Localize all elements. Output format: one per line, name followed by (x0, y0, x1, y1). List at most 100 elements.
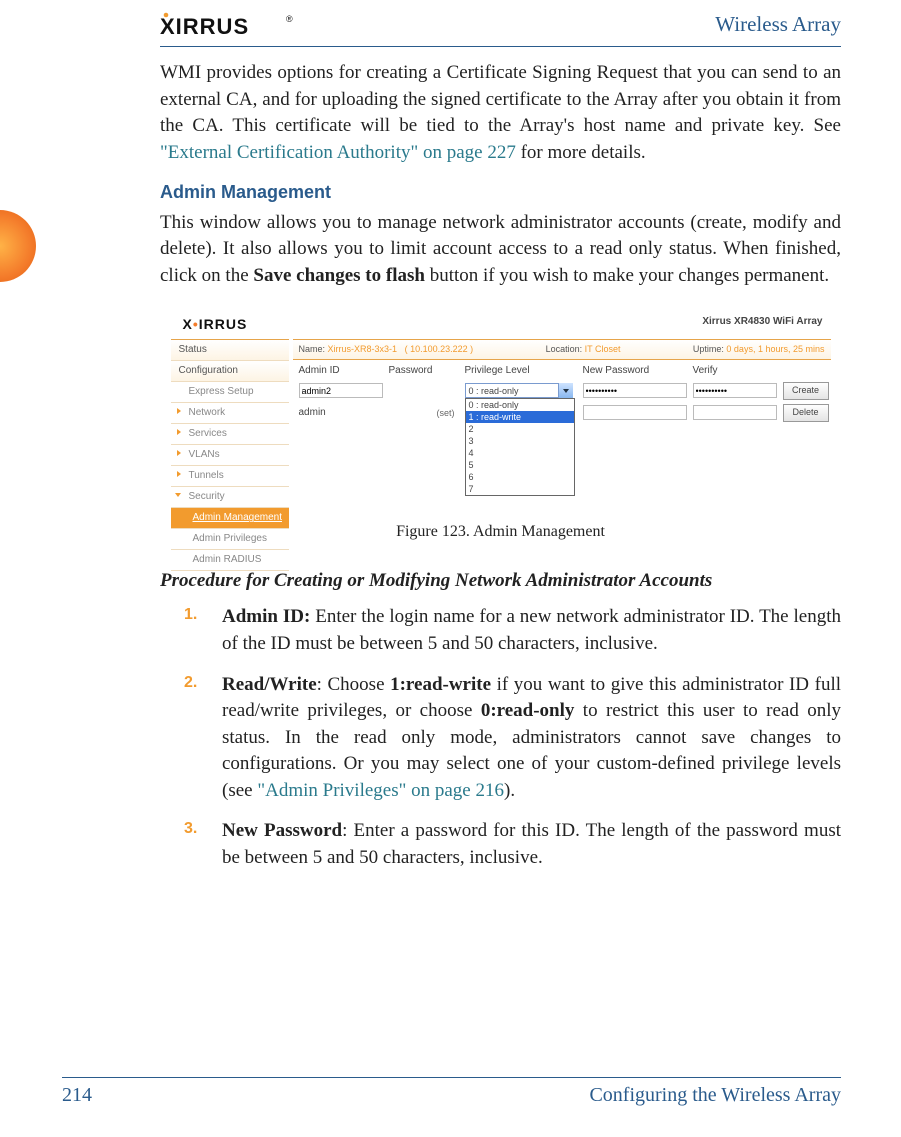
sidebar-item-admin-radius[interactable]: Admin RADIUS (171, 550, 289, 571)
chapter-title: Configuring the Wireless Array (589, 1084, 841, 1107)
procedure-step: 3. New Password: Enter a password for th… (222, 818, 841, 871)
new-password-input[interactable] (583, 383, 687, 398)
chevron-right-icon (177, 429, 181, 435)
status-location-value: IT Closet (585, 344, 621, 354)
dropdown-option[interactable]: 3 (466, 435, 574, 447)
sidebar-item-label: Security (189, 491, 225, 502)
procedure-list: 1. Admin ID: Enter the login name for a … (160, 604, 841, 871)
step-text: ). (504, 780, 515, 801)
password-state: (set) (389, 407, 465, 420)
sidebar-item-admin-management[interactable]: Admin Management (171, 508, 289, 529)
sidebar-item-network[interactable]: Network (171, 403, 289, 424)
intro-text: WMI provides options for creating a Cert… (160, 62, 841, 136)
step-number: 3. (184, 818, 197, 840)
svg-text:XIRRUS: XIRRUS (160, 14, 249, 38)
bold-read-only: 0:read-only (481, 700, 575, 721)
status-name-key: Name: (299, 344, 326, 354)
chevron-down-icon[interactable] (558, 383, 573, 398)
select-value: 0 : read-only (465, 383, 573, 398)
table-row: 0 : read-only 0 : read-only 1 : read-wri… (293, 380, 831, 402)
status-uptime-key: Uptime: (693, 344, 724, 354)
procedure-step: 2. Read/Write: Choose 1:read-write if yo… (222, 672, 841, 805)
product-name: Wireless Array (715, 12, 841, 37)
link-external-cert-authority[interactable]: "External Certification Authority" on pa… (160, 142, 516, 163)
status-ip-value: ( 10.100.23.222 ) (405, 344, 474, 354)
col-privilege-level: Privilege Level (465, 364, 583, 378)
dropdown-option[interactable]: 0 : read-only (466, 399, 574, 411)
intro-paragraph: WMI provides options for creating a Cert… (160, 60, 841, 166)
sidebar-item-status[interactable]: Status (171, 340, 289, 361)
privilege-level-select[interactable]: 0 : read-only 0 : read-only 1 : read-wri… (465, 383, 573, 398)
bold-read-write: 1:read-write (390, 674, 491, 695)
chevron-right-icon (177, 450, 181, 456)
sidebar-item-label: Admin Privileges (193, 533, 267, 544)
col-new-password: New Password (583, 364, 693, 378)
procedure-heading: Procedure for Creating or Modifying Netw… (160, 568, 841, 595)
ui-status-bar: Name: Xirrus-XR8-3x3-1 ( 10.100.23.222 )… (293, 339, 831, 360)
page-number: 214 (62, 1084, 92, 1107)
verify-password-input[interactable] (693, 383, 777, 398)
sidebar-item-label: Services (189, 428, 227, 439)
link-admin-privileges[interactable]: "Admin Privileges" on page 216 (257, 780, 504, 801)
sidebar-item-label: Admin RADIUS (193, 554, 262, 565)
status-uptime-value: 0 days, 1 hours, 25 mins (726, 344, 824, 354)
col-admin-id: Admin ID (299, 364, 389, 378)
privilege-dropdown: 0 : read-only 1 : read-write 2 3 4 5 6 7 (465, 398, 575, 496)
admin-id-cell: admin (299, 406, 389, 420)
dropdown-option[interactable]: 4 (466, 447, 574, 459)
chevron-right-icon (177, 471, 181, 477)
sidebar-item-express-setup[interactable]: Express Setup (171, 382, 289, 403)
status-name-value: Xirrus-XR8-3x3-1 (328, 344, 398, 354)
dropdown-option[interactable]: 2 (466, 423, 574, 435)
table-headers: Admin ID Password Privilege Level New Pa… (293, 360, 831, 380)
step-text: : Choose (317, 674, 390, 695)
step-number: 2. (184, 672, 197, 694)
ui-screenshot: X•IRRUS Xirrus XR4830 WiFi Array Status … (171, 309, 831, 509)
create-button[interactable]: Create (783, 382, 829, 400)
step-text: Enter the login name for a new network a… (222, 606, 841, 654)
bold-save-changes: Save changes to flash (253, 265, 425, 286)
chevron-down-icon (175, 493, 181, 497)
dropdown-option[interactable]: 6 (466, 471, 574, 483)
figure-admin-management: X•IRRUS Xirrus XR4830 WiFi Array Status … (171, 309, 831, 543)
sidebar-item-label: Admin Management (193, 512, 283, 523)
step-number: 1. (184, 604, 197, 626)
ui-device-label: Xirrus XR4830 WiFi Array (702, 315, 822, 329)
page-header: XIRRUS ® Wireless Array (160, 18, 841, 47)
dropdown-option[interactable]: 7 (466, 483, 574, 495)
sidebar-item-vlans[interactable]: VLANs (171, 445, 289, 466)
sidebar-item-services[interactable]: Services (171, 424, 289, 445)
dropdown-option[interactable]: 5 (466, 459, 574, 471)
dropdown-option[interactable]: 1 : read-write (466, 411, 574, 423)
col-action (783, 364, 833, 378)
ui-xirrus-logo: X•IRRUS (183, 315, 248, 335)
step-lead: Read/Write (222, 674, 317, 695)
sidebar-item-tunnels[interactable]: Tunnels (171, 466, 289, 487)
sidebar-item-label: Configuration (179, 365, 238, 376)
new-password-input[interactable] (583, 405, 687, 420)
intro-text-after: for more details. (521, 142, 646, 163)
sidebar-item-label: Status (179, 344, 207, 355)
sidebar-item-security[interactable]: Security (171, 487, 289, 508)
chevron-right-icon (177, 408, 181, 414)
admin-id-input[interactable] (299, 383, 383, 398)
sidebar-item-label: VLANs (189, 449, 220, 460)
procedure-step: 1. Admin ID: Enter the login name for a … (222, 604, 841, 657)
sidebar-item-label: Network (189, 407, 226, 418)
section-tab-marker (0, 210, 36, 282)
sidebar-item-label: Tunnels (189, 470, 224, 481)
status-location-key: Location: (546, 344, 583, 354)
section-heading-admin-management: Admin Management (160, 180, 841, 205)
ui-main-panel: Name: Xirrus-XR8-3x3-1 ( 10.100.23.222 )… (293, 339, 831, 424)
col-verify: Verify (693, 364, 783, 378)
sidebar-item-admin-privileges[interactable]: Admin Privileges (171, 529, 289, 550)
verify-password-input[interactable] (693, 405, 777, 420)
svg-text:®: ® (286, 14, 293, 24)
admin-management-paragraph: This window allows you to manage network… (160, 210, 841, 290)
page-footer: 214 Configuring the Wireless Array (62, 1077, 841, 1107)
sidebar-item-configuration[interactable]: Configuration (171, 361, 289, 382)
delete-button[interactable]: Delete (783, 404, 829, 422)
col-password: Password (389, 364, 465, 378)
xirrus-logo: XIRRUS ® (160, 12, 300, 38)
sidebar-item-label: Express Setup (189, 386, 254, 397)
